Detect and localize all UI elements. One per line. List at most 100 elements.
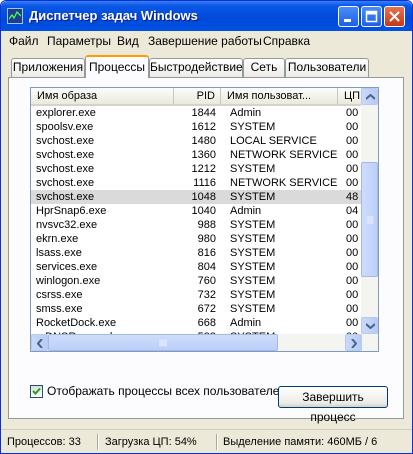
table-row[interactable]: nvsvc32.exe 988 SYSTEM 00 <box>31 218 362 232</box>
cell-name: smss.exe <box>36 303 83 315</box>
cell-pid: 672 <box>197 303 216 315</box>
grip-icon <box>366 216 373 223</box>
cell-name: svchost.exe <box>36 135 95 147</box>
table-row[interactable]: services.exe 804 SYSTEM 00 <box>31 260 362 274</box>
cell-user: Admin <box>230 317 262 329</box>
menu-view[interactable]: Вид <box>117 34 139 48</box>
cell-user: Admin <box>230 107 262 119</box>
cell-user: SYSTEM <box>230 191 276 203</box>
cell-name: services.exe <box>36 261 98 273</box>
menu-shutdown[interactable]: Завершение работы <box>148 34 262 48</box>
cell-user: LOCAL SERVICE <box>230 135 317 147</box>
process-list[interactable]: Имя образа PID Имя пользоват... ЦП explo… <box>30 87 379 352</box>
cell-name: svchost.exe <box>36 191 95 203</box>
title-bar[interactable]: Диспетчер задач Windows <box>1 1 412 31</box>
table-row[interactable]: csrss.exe 732 SYSTEM 00 <box>31 288 362 302</box>
table-row[interactable]: svchost.exe 1048 SYSTEM 48 <box>31 190 362 204</box>
cell-pid: 1048 <box>191 191 216 203</box>
cell-pid: 760 <box>197 275 216 287</box>
cell-user: NETWORK SERVICE <box>230 177 338 189</box>
table-row[interactable]: smss.exe 672 SYSTEM 00 <box>31 302 362 316</box>
cell-pid: 1480 <box>191 135 216 147</box>
taskmgr-icon <box>7 8 23 24</box>
cell-name: ekrn.exe <box>36 233 79 245</box>
column-pid[interactable]: PID <box>174 88 221 104</box>
column-cpu[interactable]: ЦП <box>338 88 362 104</box>
table-row[interactable]: svchost.exe 1212 SYSTEM 00 <box>31 162 362 176</box>
cell-name: explorer.exe <box>36 107 96 119</box>
menu-bar: Файл Параметры Вид Завершение работы Спр… <box>1 31 412 51</box>
column-user-name[interactable]: Имя пользоват... <box>221 88 338 104</box>
scroll-down-button[interactable] <box>361 317 378 334</box>
cell-user: SYSTEM <box>230 219 276 231</box>
scroll-left-button[interactable] <box>31 334 48 351</box>
cell-name: svchost.exe <box>36 149 95 161</box>
show-all-users-label[interactable]: Отображать процессы всех пользователей <box>47 385 286 398</box>
cell-user: NETWORK SERVICE <box>230 149 338 161</box>
checkmark-icon <box>32 387 41 395</box>
scroll-right-icon <box>351 339 357 348</box>
table-row[interactable]: spoolsv.exe 1612 SYSTEM 00 <box>31 120 362 134</box>
vertical-scrollbar[interactable] <box>361 88 378 351</box>
cell-pid: 668 <box>197 317 216 329</box>
cell-pid: 1040 <box>191 205 216 217</box>
cell-user: SYSTEM <box>230 121 276 133</box>
menu-options[interactable]: Параметры <box>47 34 111 48</box>
tab-performance[interactable]: Быстродействие <box>149 58 243 77</box>
tab-users[interactable]: Пользователи <box>285 58 369 77</box>
scroll-right-button[interactable] <box>345 334 362 351</box>
tab-processes[interactable]: Процессы <box>85 55 149 78</box>
cell-pid: 980 <box>197 233 216 245</box>
status-divider <box>216 434 218 450</box>
cell-name: RocketDock.exe <box>36 317 117 329</box>
cell-name: lsass.exe <box>36 247 82 259</box>
minimize-icon <box>344 19 351 22</box>
cell-user: SYSTEM <box>230 275 276 287</box>
cell-user: SYSTEM <box>230 289 276 301</box>
tab-network[interactable]: Сеть <box>243 58 285 77</box>
table-row[interactable]: svchost.exe 1480 LOCAL SERVICE 00 <box>31 134 362 148</box>
cell-pid: 988 <box>197 219 216 231</box>
horizontal-scrollbar[interactable] <box>31 334 362 351</box>
cell-name: spoolsv.exe <box>36 121 94 133</box>
cell-name: nvsvc32.exe <box>36 219 98 231</box>
maximize-button[interactable] <box>361 6 382 27</box>
cell-user: SYSTEM <box>230 247 276 259</box>
table-row[interactable]: RocketDock.exe 668 Admin 00 <box>31 316 362 330</box>
table-row[interactable]: explorer.exe 1844 Admin 00 <box>31 106 362 120</box>
close-icon <box>389 11 400 22</box>
close-button[interactable] <box>384 6 405 27</box>
cell-name: csrss.exe <box>36 289 83 301</box>
menu-file[interactable]: Файл <box>9 34 39 48</box>
cell-pid: 804 <box>197 261 216 273</box>
table-row[interactable]: lsass.exe 816 SYSTEM 00 <box>31 246 362 260</box>
cell-pid: 1844 <box>191 107 216 119</box>
scroll-up-icon <box>366 94 375 100</box>
cell-user: SYSTEM <box>230 233 276 245</box>
show-all-users-checkbox[interactable] <box>30 385 43 398</box>
table-row[interactable]: HprSnap6.exe 1040 Admin 04 <box>31 204 362 218</box>
end-process-button[interactable]: Завершить процесс <box>278 386 388 424</box>
task-manager-window: Диспетчер задач Windows Файл Параметры В… <box>0 0 413 454</box>
cell-name: svchost.exe <box>36 163 95 175</box>
cell-pid: 1360 <box>191 149 216 161</box>
scroll-down-icon <box>366 323 375 329</box>
cell-user: SYSTEM <box>230 261 276 273</box>
tab-applications[interactable]: Приложения <box>11 58 85 77</box>
scroll-up-button[interactable] <box>361 88 378 105</box>
table-row[interactable]: winlogon.exe 760 SYSTEM 00 <box>31 274 362 288</box>
cell-pid: 1116 <box>193 177 216 189</box>
minimize-button[interactable] <box>338 6 359 27</box>
cell-name: HprSnap6.exe <box>36 205 107 217</box>
table-row[interactable]: svchost.exe 1360 NETWORK SERVICE 00 <box>31 148 362 162</box>
vertical-scroll-thumb[interactable] <box>361 162 378 277</box>
horizontal-scroll-thumb[interactable] <box>48 334 278 351</box>
table-row[interactable]: ekrn.exe 980 SYSTEM 00 <box>31 232 362 246</box>
menu-help[interactable]: Справка <box>263 34 310 48</box>
maximize-icon <box>365 10 378 23</box>
status-process-count: Процессов: 33 <box>7 436 81 448</box>
column-image-name[interactable]: Имя образа <box>31 88 174 104</box>
cell-name: svchost.exe <box>36 177 95 189</box>
scroll-left-icon <box>37 339 43 348</box>
table-row[interactable]: svchost.exe 1116 NETWORK SERVICE 00 <box>31 176 362 190</box>
